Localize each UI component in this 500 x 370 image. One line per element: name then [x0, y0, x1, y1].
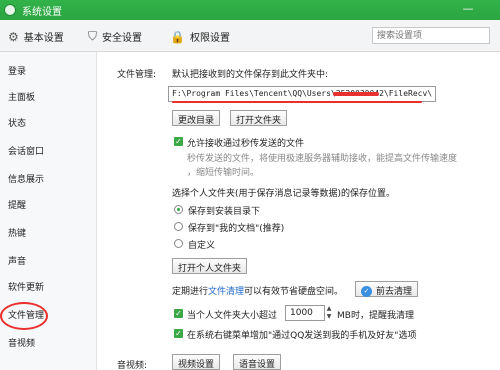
receive-folder-path-field[interactable]: F:\Program Files\Tencent\QQ\Users\253003…: [168, 86, 436, 102]
video-settings-button[interactable]: 视频设置: [172, 354, 221, 370]
title-bar: 系统设置 —: [0, 0, 500, 20]
offline-description-line1: 秒传发送的文件，将使用极速服务器辅助接收，能提高文件传输速度: [187, 154, 458, 164]
red-annotation-circle: [0, 302, 48, 330]
go-clean-button[interactable]: ✓ 前去清理: [355, 281, 419, 297]
shield-clean-icon: ✓: [361, 286, 372, 297]
tab-label: 基本设置: [23, 33, 64, 44]
radio-install-directory[interactable]: [174, 205, 183, 214]
sidebar-item-software-update[interactable]: 软件更新: [8, 280, 44, 293]
window-title: 系统设置: [22, 7, 62, 18]
sidebar-item-audio-video[interactable]: 音视频: [8, 336, 35, 349]
sidebar-item-hotkey[interactable]: 热键: [8, 226, 26, 239]
audio-settings-button[interactable]: 语音设置: [233, 354, 282, 370]
size-reminder-prefix: 当个人文件夹大小超过: [187, 311, 278, 321]
audio-video-label: 音视频:: [117, 361, 148, 370]
file-management-label: 文件管理:: [117, 70, 157, 80]
allow-offline-checkbox[interactable]: ✓: [174, 137, 183, 146]
sidebar-item-status[interactable]: 状态: [8, 116, 26, 129]
sidebar-item-info-display[interactable]: 信息展示: [8, 172, 44, 185]
open-personal-folder-button[interactable]: 打开个人文件夹: [172, 258, 248, 274]
change-directory-button[interactable]: 更改目录: [172, 110, 221, 126]
gear-icon: ⚙: [8, 29, 19, 44]
redaction-scribble: [333, 92, 379, 96]
tab-label: 安全设置: [102, 33, 143, 44]
sidebar-item-reminder[interactable]: 提醒: [8, 198, 26, 211]
radio-install-directory-label: 保存到安装目录下: [188, 207, 261, 217]
size-reminder-suffix: MB时，提醒我清理: [337, 311, 414, 321]
go-clean-label: 前去清理: [376, 287, 413, 297]
sidebar-item-chat-window[interactable]: 会话窗口: [8, 144, 44, 157]
tab-basic-settings[interactable]: ⚙ 基本设置: [8, 29, 64, 45]
qq-logo-icon: [4, 4, 16, 16]
size-limit-input[interactable]: 1000: [285, 305, 325, 321]
save-location-description: 默认把接收到的文件保存到此文件夹中:: [172, 70, 329, 80]
radio-custom-label: 自定义: [188, 241, 216, 251]
allow-offline-label: 允许接收通过秒传发送的文件: [187, 139, 305, 149]
radio-custom[interactable]: [174, 239, 183, 248]
tab-label: 权限设置: [189, 33, 230, 44]
offline-description-line2: ，缩短传输时间。: [187, 168, 260, 178]
right-click-menu-label: 在系统右键菜单增加"通过QQ发送到我的手机及好友"选项: [187, 331, 417, 341]
tab-permission-settings[interactable]: 🔒 权限设置: [170, 29, 230, 45]
cleanup-prefix: 定期进行: [172, 287, 209, 297]
personal-folder-description: 选择个人文件夹(用于保存消息记录等数据)的保存位置。: [172, 189, 396, 199]
cleanup-suffix: 可以有效节省硬盘空间。: [244, 287, 344, 297]
file-cleanup-link[interactable]: 文件清理: [208, 287, 244, 297]
sidebar-item-main-panel[interactable]: 主面板: [8, 90, 35, 103]
lock-icon: 🔒: [170, 29, 185, 44]
minimize-button[interactable]: —: [460, 2, 476, 16]
search-input[interactable]: [372, 27, 490, 44]
tab-security-settings[interactable]: ⛉ 安全设置: [88, 29, 142, 44]
sidebar-item-sound[interactable]: 声音: [8, 254, 26, 267]
sidebar-item-login[interactable]: 登录: [8, 64, 26, 77]
radio-my-documents-label: 保存到"我的文档"(推荐): [188, 224, 285, 234]
size-limit-stepper[interactable]: ▲ ▼: [325, 305, 333, 321]
open-folder-button[interactable]: 打开文件夹: [230, 110, 288, 126]
size-reminder-checkbox[interactable]: ✓: [174, 309, 183, 318]
red-annotation-underline: [172, 101, 422, 103]
radio-my-documents[interactable]: [174, 222, 183, 231]
right-click-menu-checkbox[interactable]: ✓: [174, 329, 183, 338]
cleanup-hint: 定期进行文件清理可以有效节省硬盘空间。: [172, 284, 343, 297]
shield-icon: ⛉: [88, 29, 98, 43]
